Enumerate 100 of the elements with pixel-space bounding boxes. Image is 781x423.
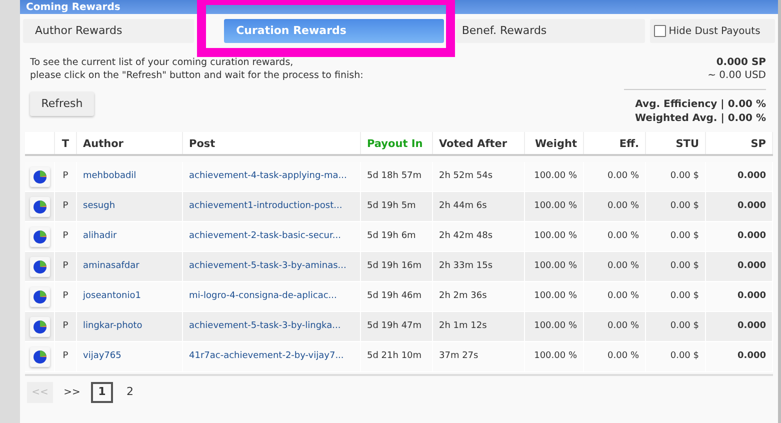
post-link[interactable]: mi-logro-4-consigna-de-aplicac...	[189, 290, 337, 304]
table-cell-text: 5d 19h 6m	[367, 230, 416, 243]
chart-button[interactable]	[30, 226, 50, 246]
tab[interactable]: Benef. Rewards	[456, 19, 645, 43]
column-header: Post	[183, 132, 361, 154]
table-cell-text: 0.00 $	[670, 170, 699, 183]
table-cell-text: 0.00 $	[670, 320, 699, 333]
table-cell-text: 2h 52m 54s	[439, 170, 493, 183]
chart-button[interactable]	[30, 196, 50, 216]
table-cell-text: 100.00 %	[534, 350, 577, 363]
total-usd: ~ 0.00 USD	[708, 69, 766, 82]
chart-button[interactable]	[30, 316, 50, 336]
table-cell-text: P	[62, 260, 68, 273]
table-cell-text: 2h 2m 36s	[439, 290, 487, 303]
table-cell-text: 0.00 %	[608, 200, 639, 213]
table-cell-text: 0.00 $	[670, 200, 699, 213]
column-header: SP	[706, 132, 773, 154]
table-cell-text: 0.00 %	[608, 350, 639, 363]
column-header: Author	[77, 132, 183, 154]
chart-button[interactable]	[30, 346, 50, 366]
table-cell-text: 100.00 %	[534, 200, 577, 213]
post-link[interactable]: achievement-2-task-basic-secur...	[189, 230, 341, 244]
table-cell-text: 5d 19h 47m	[367, 320, 422, 333]
page-button[interactable]: 2	[119, 382, 141, 403]
table-cell-text: 0.000	[738, 320, 766, 333]
table-cell-text: P	[62, 290, 68, 303]
table-cell-text: 0.000	[738, 260, 766, 273]
pie-chart-icon	[32, 170, 46, 184]
table-cell-text: 100.00 %	[534, 290, 577, 303]
table-cell-text: 0.00 $	[670, 230, 699, 243]
table-cell-text: 5d 21h 10m	[367, 350, 422, 363]
column-header: STU	[646, 132, 706, 154]
table-cell-text: 5d 19h 5m	[367, 200, 416, 213]
table-cell-text: 0.00 %	[608, 230, 639, 243]
table-cell-text: P	[62, 320, 68, 333]
table-cell-text: P	[62, 170, 68, 183]
post-link[interactable]: achievement-5-task-3-by-lingka...	[189, 320, 341, 334]
author-link[interactable]: mehbobadil	[83, 170, 136, 184]
table-cell-text: 2h 1m 12s	[439, 320, 487, 333]
table-cell-text: 0.000	[738, 170, 766, 183]
average-value: Avg. Efficiency | 0.00 %	[635, 98, 766, 112]
total-sp: 0.000 SP	[716, 56, 766, 69]
post-link[interactable]: 41r7ac-achievement-2-by-vijay7...	[189, 350, 344, 364]
table-cell-text: 100.00 %	[534, 260, 577, 273]
author-link[interactable]: sesugh	[83, 200, 116, 214]
table-cell-text: P	[62, 350, 68, 363]
table-cell-text: 100.00 %	[534, 170, 577, 183]
author-link[interactable]: alihadir	[83, 230, 117, 244]
post-link[interactable]: achievement-5-task-3-by-aminas...	[189, 260, 346, 274]
chart-button[interactable]	[30, 256, 50, 276]
table-cell-text: 100.00 %	[534, 230, 577, 243]
author-link[interactable]: aminasafdar	[83, 260, 140, 274]
table-cell-text: P	[62, 230, 68, 243]
column-header: Eff.	[584, 132, 646, 154]
column-header: Payout In	[361, 132, 433, 154]
author-link[interactable]: joseantonio1	[83, 290, 141, 304]
page-button[interactable]: 1	[91, 382, 113, 403]
next-page-button[interactable]: >>	[59, 382, 85, 403]
chart-button[interactable]	[30, 286, 50, 306]
table-cell-text: P	[62, 200, 68, 213]
table-cell-text: 0.000	[738, 200, 766, 213]
pie-chart-icon	[32, 230, 46, 244]
table-cell-text: 2h 44m 6s	[439, 200, 487, 213]
author-link[interactable]: lingkar-photo	[83, 320, 142, 334]
pie-chart-icon	[32, 200, 46, 214]
pie-chart-icon	[32, 290, 46, 304]
table-cell-text: 0.000	[738, 290, 766, 303]
refresh-button[interactable]: Refresh	[30, 92, 94, 116]
table-cell-text: 5d 19h 46m	[367, 290, 422, 303]
table-cell-text: 2h 33m 15s	[439, 260, 493, 273]
table-cell-text: 0.000	[738, 350, 766, 363]
table-cell-text: 0.00 %	[608, 260, 639, 273]
column-header: Voted After	[433, 132, 525, 154]
column-header: Weight	[525, 132, 584, 154]
average-value: Weighted Avg. | 0.00 %	[634, 112, 766, 126]
table-cell-text: 0.00 %	[608, 170, 639, 183]
pie-chart-icon	[32, 260, 46, 274]
table-cell-text: 0.00 %	[608, 320, 639, 333]
column-header: T	[55, 132, 77, 154]
instructions-text: To see the current list of your coming curation rewards, please click on the "Refresh" button and wait for the process to finish:	[30, 56, 364, 82]
post-link[interactable]: achievement-4-task-applying-ma...	[189, 170, 347, 184]
hide-dust-toggle[interactable]: Hide Dust Payouts	[650, 19, 775, 43]
table-cell-text: 0.00 $	[670, 290, 699, 303]
table-cell-text: 2h 42m 48s	[439, 230, 493, 243]
table-cell-text: 5d 18h 57m	[367, 170, 422, 183]
author-link[interactable]: vijay765	[83, 350, 122, 364]
tab[interactable]: Author Rewards	[23, 19, 194, 43]
post-link[interactable]: achievement1-introduction-post...	[189, 200, 342, 214]
table-cell-text: 100.00 %	[534, 320, 577, 333]
checkbox[interactable]	[654, 25, 666, 37]
chart-button[interactable]	[30, 166, 50, 186]
pie-chart-icon	[32, 350, 46, 364]
panel-title: Coming Rewards	[26, 0, 120, 14]
pie-chart-icon	[32, 320, 46, 334]
table-cell-text: 0.00 %	[608, 290, 639, 303]
table-cell-text: 0.000	[738, 230, 766, 243]
table-cell-text: 37m 27s	[439, 350, 478, 363]
table-cell-text: 5d 19h 16m	[367, 260, 422, 273]
table-cell-text: 0.00 $	[670, 260, 699, 273]
table-cell-text: 0.00 $	[670, 350, 699, 363]
